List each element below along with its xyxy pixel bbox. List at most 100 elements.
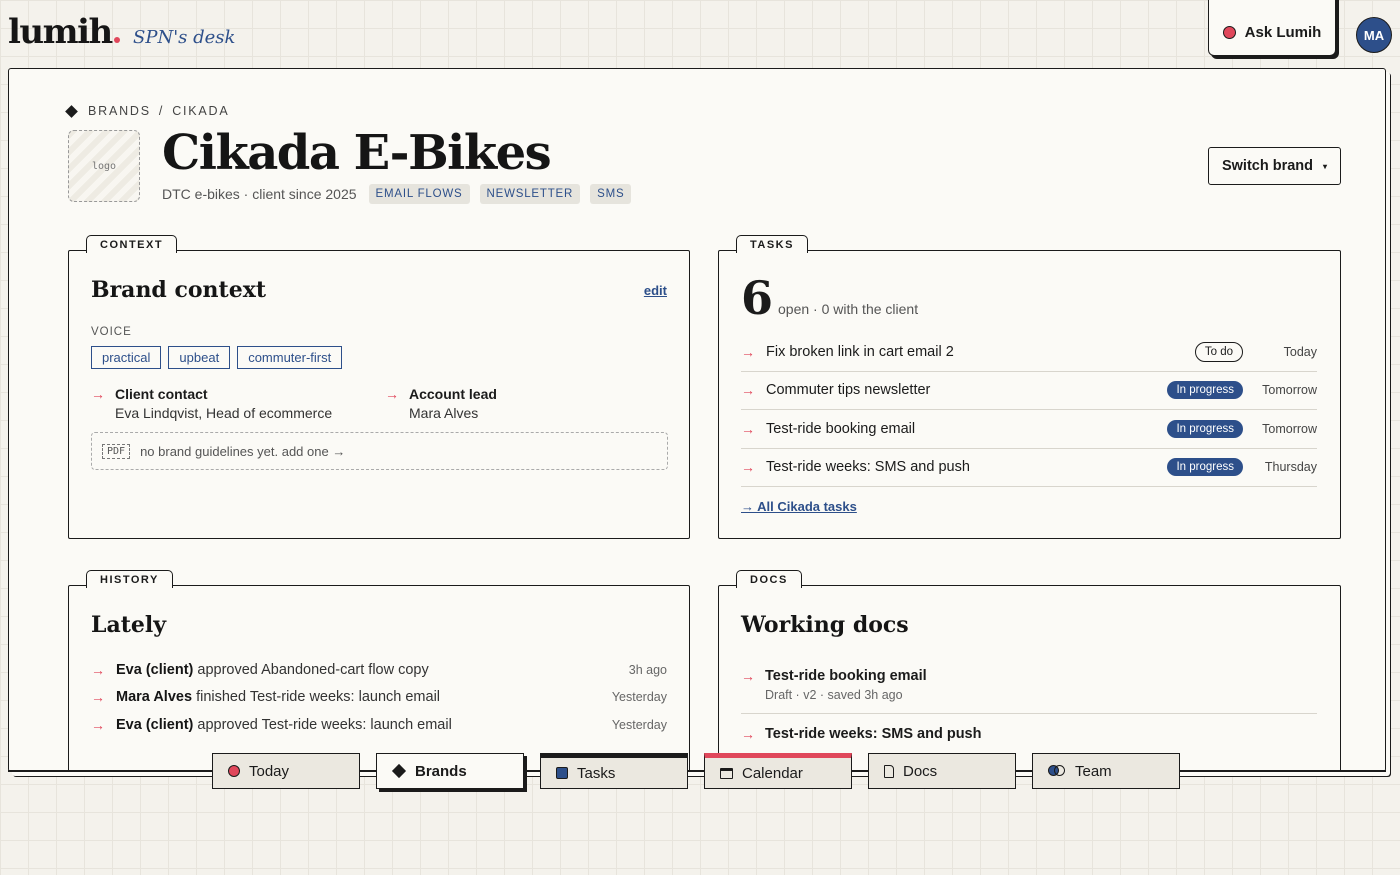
task-row[interactable]: → Commuter tips newsletter In progress T… <box>741 372 1317 410</box>
account-lead: → Account lead Mara Alves <box>385 386 497 421</box>
nav-tab-brands[interactable]: Brands <box>376 753 524 789</box>
task-row[interactable]: → Fix broken link in cart email 2 To do … <box>741 333 1317 372</box>
breadcrumb: BRANDS / CIKADA <box>65 104 230 118</box>
docs-tab: DOCS <box>736 570 802 588</box>
breadcrumb-brands[interactable]: BRANDS <box>88 104 151 118</box>
logo-dot-icon <box>113 37 120 43</box>
nav-tab-team[interactable]: Team <box>1032 753 1180 789</box>
status-badge: In progress <box>1167 419 1243 438</box>
open-task-summary: open · 0 with the client <box>778 301 919 317</box>
pdf-icon: PDF <box>102 443 131 459</box>
breadcrumb-separator: / <box>158 104 165 118</box>
arrow-right-icon: → <box>385 386 399 402</box>
brand-tag: EMAIL FLOWS <box>368 184 470 204</box>
arrow-right-icon: → <box>91 386 105 402</box>
app-logo[interactable]: lumih <box>8 12 120 52</box>
status-badge: To do <box>1194 341 1243 362</box>
arrow-right-icon: → <box>91 661 105 678</box>
doc-item[interactable]: → Test-ride weeks: SMS and push <box>741 726 1317 742</box>
tasks-card: TASKS 6 open · 0 with the client → Fix b… <box>718 235 1341 539</box>
history-tab: HISTORY <box>86 570 173 588</box>
voice-label: VOICE <box>91 326 132 338</box>
voice-chip[interactable]: commuter-first <box>237 346 343 369</box>
history-item[interactable]: → Eva (client) approved Abandoned-cart f… <box>91 656 667 684</box>
brand-description: DTC e-bikes · client since 2025 <box>162 186 357 202</box>
history-text: Mara Alves finished Test-ride weeks: lau… <box>116 689 612 705</box>
arrow-right-icon: → <box>741 726 755 742</box>
task-row[interactable]: → Test-ride booking email In progress To… <box>741 410 1317 449</box>
task-name: Test-ride weeks: SMS and push <box>766 459 970 476</box>
nav-tab-today[interactable]: Today <box>212 753 360 789</box>
task-due: Today <box>1283 344 1317 359</box>
context-tab: CONTEXT <box>86 235 178 253</box>
nav-tab-tasks[interactable]: Tasks <box>540 753 688 789</box>
arrow-right-icon: → <box>91 689 105 706</box>
docs-title: Working docs <box>741 612 909 638</box>
square-icon <box>556 767 568 779</box>
ask-lumih-label: Ask Lumih <box>1244 23 1322 41</box>
nav-tab-label: Brands <box>415 762 467 780</box>
history-title: Lately <box>91 612 167 638</box>
diamond-icon <box>391 763 407 779</box>
doc-name: Test-ride booking email <box>765 668 927 684</box>
switch-brand-label: Switch brand <box>1221 158 1314 174</box>
status-badge: In progress <box>1167 458 1243 477</box>
add-guidelines-dropzone[interactable]: PDF no brand guidelines yet. add one → <box>91 432 668 470</box>
account-lead-label: Account lead <box>409 386 497 402</box>
history-item[interactable]: → Eva (client) approved Test-ride weeks:… <box>91 711 667 739</box>
history-when: 3h ago <box>628 662 667 677</box>
calendar-icon <box>720 767 733 779</box>
history-card: HISTORY Lately → Eva (client) approved A… <box>68 570 690 771</box>
brand-logo-placeholder[interactable]: logo <box>68 130 140 202</box>
task-list: → Fix broken link in cart email 2 To do … <box>741 333 1317 487</box>
doc-icon <box>884 764 894 778</box>
doc-meta: Draft · v2 · saved 3h ago <box>765 688 903 702</box>
arrow-right-icon: → <box>741 459 755 476</box>
account-lead-value: Mara Alves <box>409 405 479 421</box>
switch-brand-button[interactable]: Switch brand ▾ <box>1208 147 1341 185</box>
arrow-right-icon: → <box>741 420 755 437</box>
open-task-count: 6 <box>741 271 774 325</box>
history-action: approved Abandoned-cart flow copy <box>197 661 429 678</box>
nav-tab-docs[interactable]: Docs <box>868 753 1016 789</box>
doc-item[interactable]: → Test-ride booking email Draft · v2 · s… <box>741 668 1317 714</box>
arrow-right-icon: → <box>91 716 105 733</box>
history-actor: Mara Alves <box>116 689 193 706</box>
status-badge: In progress <box>1167 381 1243 400</box>
nav-tab-label: Calendar <box>742 764 803 782</box>
nav-tab-label: Tasks <box>577 764 616 782</box>
chevron-down-icon: ▾ <box>1323 161 1328 171</box>
context-title: Brand context <box>91 277 266 303</box>
logo-placeholder-text: logo <box>91 160 117 172</box>
history-actor: Eva (client) <box>116 661 194 678</box>
arrow-right-icon: → <box>741 382 755 399</box>
task-due: Tomorrow <box>1262 383 1317 398</box>
client-contact-value: Eva Lindqvist, Head of ecommerce <box>115 405 333 421</box>
nav-tab-label: Team <box>1075 762 1112 780</box>
ask-lumih-button[interactable]: Ask Lumih <box>1208 0 1336 56</box>
brand-subline: DTC e-bikes · client since 2025 EMAIL FL… <box>162 184 632 204</box>
task-due: Thursday <box>1264 460 1317 475</box>
red-dot-icon <box>1222 25 1236 39</box>
task-row[interactable]: → Test-ride weeks: SMS and push In progr… <box>741 449 1317 487</box>
history-text: Eva (client) approved Test-ride weeks: l… <box>116 717 612 733</box>
task-name: Fix broken link in cart email 2 <box>766 343 954 360</box>
avatar[interactable]: MA <box>1356 17 1392 53</box>
history-item[interactable]: → Mara Alves finished Test-ride weeks: l… <box>91 684 667 712</box>
all-tasks-link[interactable]: → All Cikada tasks <box>741 499 857 514</box>
nav-tab-label: Docs <box>903 762 938 780</box>
context-card: CONTEXT Brand context edit VOICE practic… <box>68 235 690 539</box>
voice-chip[interactable]: upbeat <box>168 346 231 369</box>
brand-tag: NEWSLETTER <box>479 184 581 204</box>
desk-label: SPN's desk <box>133 27 236 48</box>
voice-chip[interactable]: practical <box>91 346 162 369</box>
arrow-right-icon: → <box>741 668 755 684</box>
edit-context-link[interactable]: edit <box>644 283 667 298</box>
diamond-icon <box>65 104 78 118</box>
breadcrumb-current: CIKADA <box>172 104 230 118</box>
history-action: finished Test-ride weeks: launch email <box>196 689 441 706</box>
guidelines-text: no brand guidelines yet. add one → <box>140 443 346 459</box>
history-when: Yesterday <box>611 690 667 705</box>
voice-chips: practical upbeat commuter-first <box>91 346 343 369</box>
nav-tab-calendar[interactable]: Calendar <box>704 753 852 789</box>
